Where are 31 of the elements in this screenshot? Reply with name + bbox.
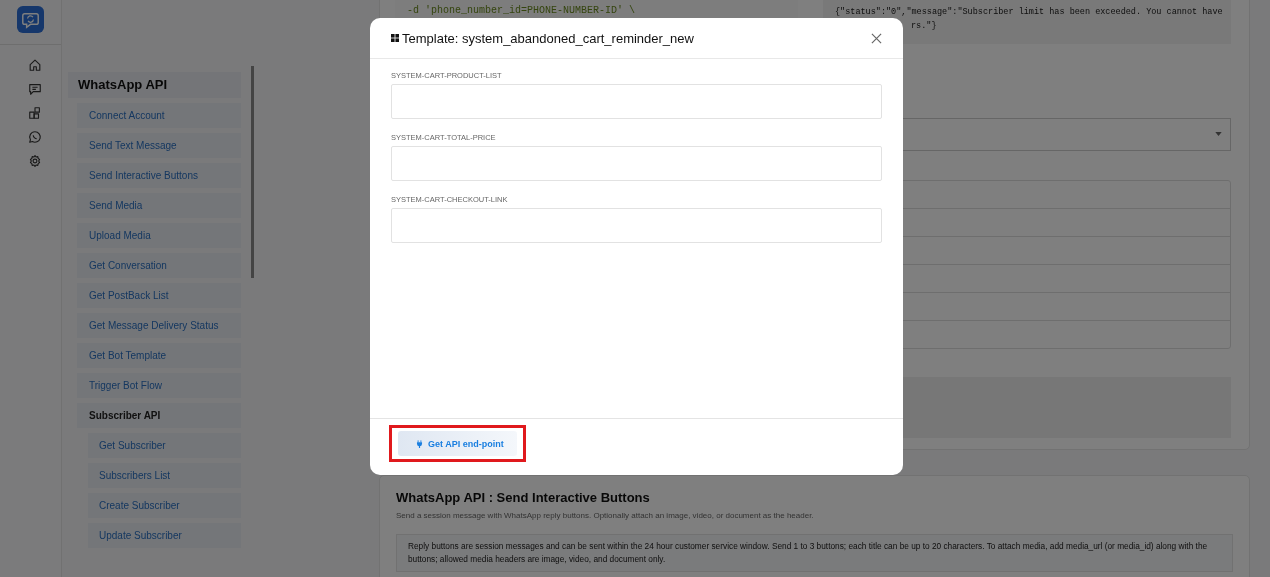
close-icon[interactable] [871, 32, 882, 44]
chat-bubble-icon[interactable] [27, 130, 42, 144]
menu-item[interactable]: Create Subscriber [88, 493, 241, 518]
menu-item[interactable]: Send Text Message [77, 133, 241, 158]
caret-icon [1215, 132, 1222, 136]
info-note: Reply buttons are session messages and can be sent within the 24 hour customer service window. Send 1 to 3 buttons; each title can be up to 20 characters. To attach media, add media_url (or media_id) along with the buttons; allowed media headers are image, video, and document only. [396, 534, 1233, 572]
response-line: rs."} [910, 20, 938, 33]
menu-item[interactable]: Get Bot Template [77, 343, 241, 368]
menu-item[interactable]: Update Subscriber [88, 523, 241, 548]
grid-icon [391, 34, 399, 42]
menu-item[interactable]: Upload Media [77, 223, 241, 248]
get-endpoint-button[interactable]: Get API end-point [398, 431, 517, 456]
menu-item[interactable]: Trigger Bot Flow [77, 373, 241, 398]
menu-item[interactable]: Subscribers List [88, 463, 241, 488]
settings-icon[interactable] [27, 154, 42, 168]
logo-icon[interactable] [17, 6, 44, 33]
blocks-icon[interactable] [27, 106, 42, 120]
section-title: WhatsApp API : Send Interactive Buttons [396, 490, 651, 505]
menu-item[interactable]: Get Subscriber [88, 433, 241, 458]
menu-item[interactable]: Get Message Delivery Status [77, 313, 241, 338]
modal-title: Template: system_abandoned_cart_reminder_new [402, 30, 694, 46]
menu-item[interactable]: Get Conversation [77, 253, 241, 278]
chat-icon[interactable] [27, 82, 42, 96]
menu-item[interactable]: Send Media [77, 193, 241, 218]
menu-group[interactable]: Subscriber API [77, 403, 241, 428]
home-icon[interactable] [27, 58, 42, 72]
menu-item[interactable]: Get PostBack List [77, 283, 241, 308]
menu-heading: WhatsApp API [68, 72, 241, 98]
menu-item[interactable]: Connect Account [77, 103, 241, 128]
plug-icon [415, 438, 424, 449]
menu-item[interactable]: Send Interactive Buttons [77, 163, 241, 188]
